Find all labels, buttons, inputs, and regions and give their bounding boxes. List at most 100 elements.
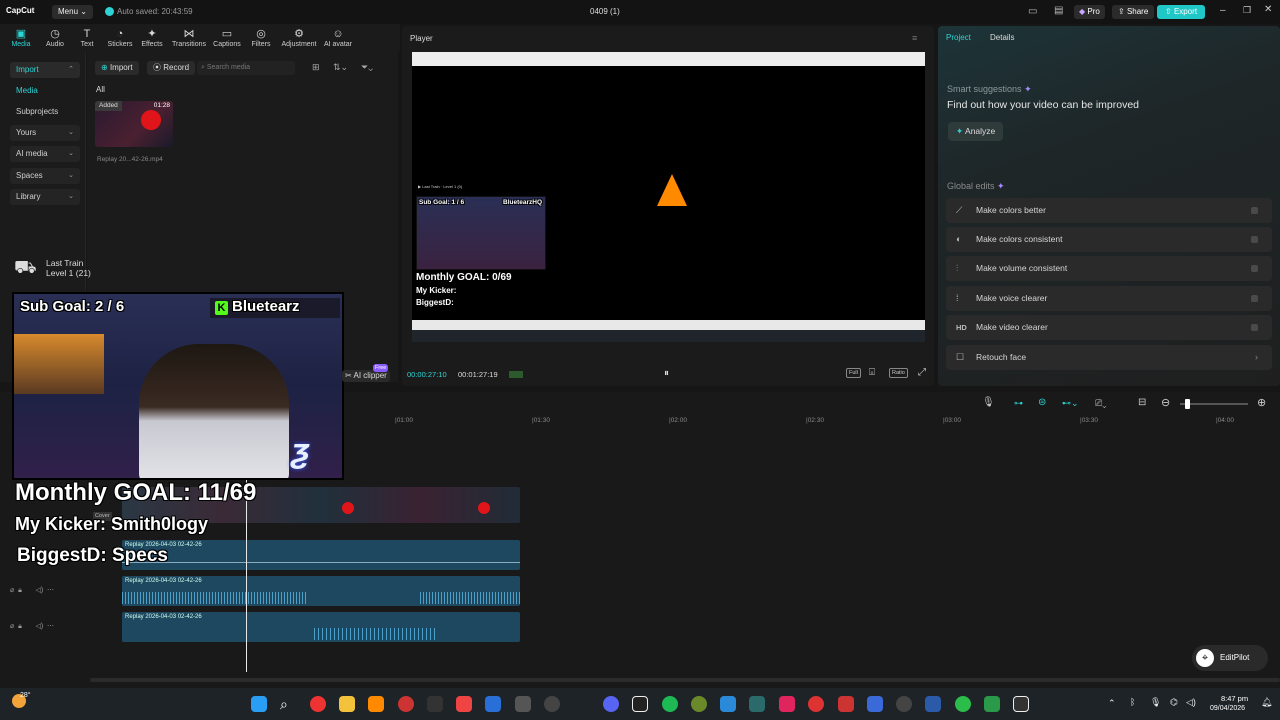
sidebar-item-subprojects[interactable]: Subprojects <box>10 104 80 120</box>
tiktok-icon[interactable] <box>779 696 795 712</box>
filter-all[interactable]: All <box>96 85 105 94</box>
tray-chevron-icon[interactable]: ⌃ <box>1108 698 1116 709</box>
bluetooth-icon[interactable]: ᛒ <box>1130 697 1135 707</box>
photos-icon[interactable] <box>720 696 736 712</box>
obs-icon[interactable] <box>544 696 560 712</box>
sidebar-item-spaces[interactable]: Spaces ⌄ <box>10 168 80 184</box>
app-icon[interactable] <box>984 696 1000 712</box>
sidebar-item-import[interactable]: Import ⌃ <box>10 62 80 78</box>
video-preview[interactable]: ▶ Last Train · Level 1 (0) Sub Goal: 1 /… <box>412 52 925 342</box>
link-icon[interactable]: ⊶ <box>1014 398 1023 409</box>
app-icon[interactable] <box>925 696 941 712</box>
microphone-tray-icon[interactable]: 🎙︎ <box>1150 697 1161 708</box>
shortcuts-icon[interactable]: ▤ <box>1054 5 1063 16</box>
record-button[interactable]: ⦿ Record <box>147 61 196 75</box>
edit-make-video-clearer[interactable]: HD Make video clearer <box>946 315 1272 340</box>
sort-icon[interactable]: ⇅⌄ <box>333 62 348 73</box>
spotify-icon[interactable] <box>662 696 678 712</box>
track-controls[interactable]: ⌀ 🔒︎ ◁) ⋯ <box>10 586 54 595</box>
search-icon[interactable]: ⌕ <box>280 696 296 712</box>
capcut-active-icon[interactable] <box>1013 696 1029 712</box>
discord-icon[interactable] <box>603 696 619 712</box>
brave-icon[interactable] <box>456 696 472 712</box>
menu-button[interactable]: Menu ⌄ <box>52 5 93 19</box>
playhead[interactable] <box>246 480 247 672</box>
timeline-scrollbar[interactable] <box>90 678 1280 682</box>
tool-ai-avatar[interactable]: ☺ AI avatar <box>317 28 359 48</box>
edit-make-colors-better[interactable]: ⟋ Make colors better <box>946 198 1272 223</box>
app-icon[interactable] <box>896 696 912 712</box>
media-clip-thumbnail[interactable]: Added 01:28 <box>95 101 173 147</box>
app-icon[interactable] <box>515 696 531 712</box>
app-icon[interactable] <box>485 696 501 712</box>
sidebar-item-ai-media[interactable]: AI media ⌄ <box>10 146 80 162</box>
filter-icon[interactable]: ⏷⌄ <box>361 62 373 73</box>
audio-track-1[interactable]: Replay 2026-04-03 02-42-26 <box>122 540 520 570</box>
zoom-in-icon[interactable]: ⊕ <box>1257 396 1266 409</box>
editpilot-button[interactable]: ⌖ EditPilot <box>1192 645 1268 671</box>
share-button[interactable]: ⇪ Share <box>1112 5 1155 19</box>
zoom-slider[interactable] <box>1180 403 1248 405</box>
clock-date[interactable]: 09/04/2026 <box>1210 705 1245 712</box>
layout-icon[interactable]: ▭ <box>1028 6 1037 17</box>
maximize-icon[interactable]: ❐ <box>1243 5 1251 16</box>
epic-games-icon[interactable] <box>427 696 443 712</box>
tab-details[interactable]: Details <box>990 33 1014 42</box>
app-icon[interactable] <box>867 696 883 712</box>
full-button[interactable]: Full <box>846 368 861 378</box>
app-icon[interactable] <box>749 696 765 712</box>
grid-view-icon[interactable]: ⊞ <box>312 62 320 73</box>
sidebar-item-yours[interactable]: Yours ⌄ <box>10 125 80 141</box>
toggle[interactable] <box>1251 295 1258 302</box>
toggle[interactable] <box>1251 236 1258 243</box>
microphone-icon[interactable]: 🎙︎ <box>982 397 995 408</box>
notification-icon[interactable]: 🔔︎ <box>1261 697 1272 708</box>
snapshot-icon[interactable]: ⌻ <box>869 367 875 378</box>
toggle[interactable] <box>1251 207 1258 214</box>
audio-track-3[interactable]: Replay 2026-04-03 02-42-26 <box>122 612 520 642</box>
network-icon[interactable]: ⌬ <box>1170 697 1178 708</box>
capcut-icon[interactable] <box>632 696 648 712</box>
snap-icon[interactable]: ⊷⌄ <box>1062 398 1079 409</box>
magnet-icon[interactable]: ⊜ <box>1038 397 1046 408</box>
app-icon[interactable] <box>398 696 414 712</box>
edit-make-voice-clearer[interactable]: ⁞ Make voice clearer <box>946 286 1272 311</box>
chrome-icon[interactable] <box>310 696 326 712</box>
zoom-slider-handle[interactable] <box>1185 399 1190 409</box>
preview-axis-icon[interactable]: ⎚⌄ <box>1095 398 1106 409</box>
tab-project[interactable]: Project <box>946 33 971 42</box>
edit-make-volume-consistent[interactable]: ⫶ Make volume consistent <box>946 256 1272 281</box>
export-button[interactable]: ⇧ Export <box>1157 5 1206 19</box>
clock-time[interactable]: 8:47 pm <box>1221 694 1248 703</box>
volume-icon[interactable]: ◁) <box>1186 697 1196 708</box>
close-icon[interactable]: ✕ <box>1264 4 1272 15</box>
pause-icon[interactable]: ⏸ <box>664 368 669 379</box>
import-button[interactable]: ⊕ Import <box>95 61 139 75</box>
analyze-button[interactable]: ✦ Analyze <box>948 122 1004 141</box>
toggle[interactable] <box>1251 265 1258 272</box>
tool-effects[interactable]: ✦ Effects <box>131 28 173 48</box>
vlc-icon[interactable] <box>368 696 384 712</box>
edit-retouch-face[interactable]: ☐ Retouch face › <box>946 345 1272 370</box>
toggle[interactable] <box>1251 324 1258 331</box>
app-icon[interactable] <box>691 696 707 712</box>
tool-adjustment[interactable]: ⚙ Adjustment <box>278 28 320 48</box>
track-controls[interactable]: ⌀ 🔒︎ ◁) ⋯ <box>10 622 54 631</box>
ratio-button[interactable]: Ratio <box>889 368 908 378</box>
audio-track-2[interactable]: Replay 2026-04-03 02-42-26 <box>122 576 520 606</box>
windows-start-icon[interactable] <box>251 696 267 712</box>
player-menu-icon[interactable]: ≡ <box>912 33 917 43</box>
pro-button[interactable]: ◆ Pro <box>1074 5 1105 19</box>
sidebar-item-media[interactable]: Media <box>10 83 80 99</box>
project-title[interactable]: 0409 (1) <box>590 7 620 16</box>
tool-transitions[interactable]: ⋈ Transitions <box>168 28 210 48</box>
sidebar-item-library[interactable]: Library ⌄ <box>10 189 80 205</box>
app-icon[interactable] <box>838 696 854 712</box>
app-icon[interactable] <box>808 696 824 712</box>
zoom-out-icon[interactable]: ⊖ <box>1161 396 1170 409</box>
app-icon[interactable] <box>955 696 971 712</box>
edit-make-colors-consistent[interactable]: ◐ Make colors consistent <box>946 227 1272 252</box>
search-input[interactable]: ⌕ Search media <box>197 61 295 75</box>
caption-icon[interactable]: ⊟ <box>1138 397 1146 408</box>
tool-filters[interactable]: ◎ Filters <box>240 28 282 48</box>
